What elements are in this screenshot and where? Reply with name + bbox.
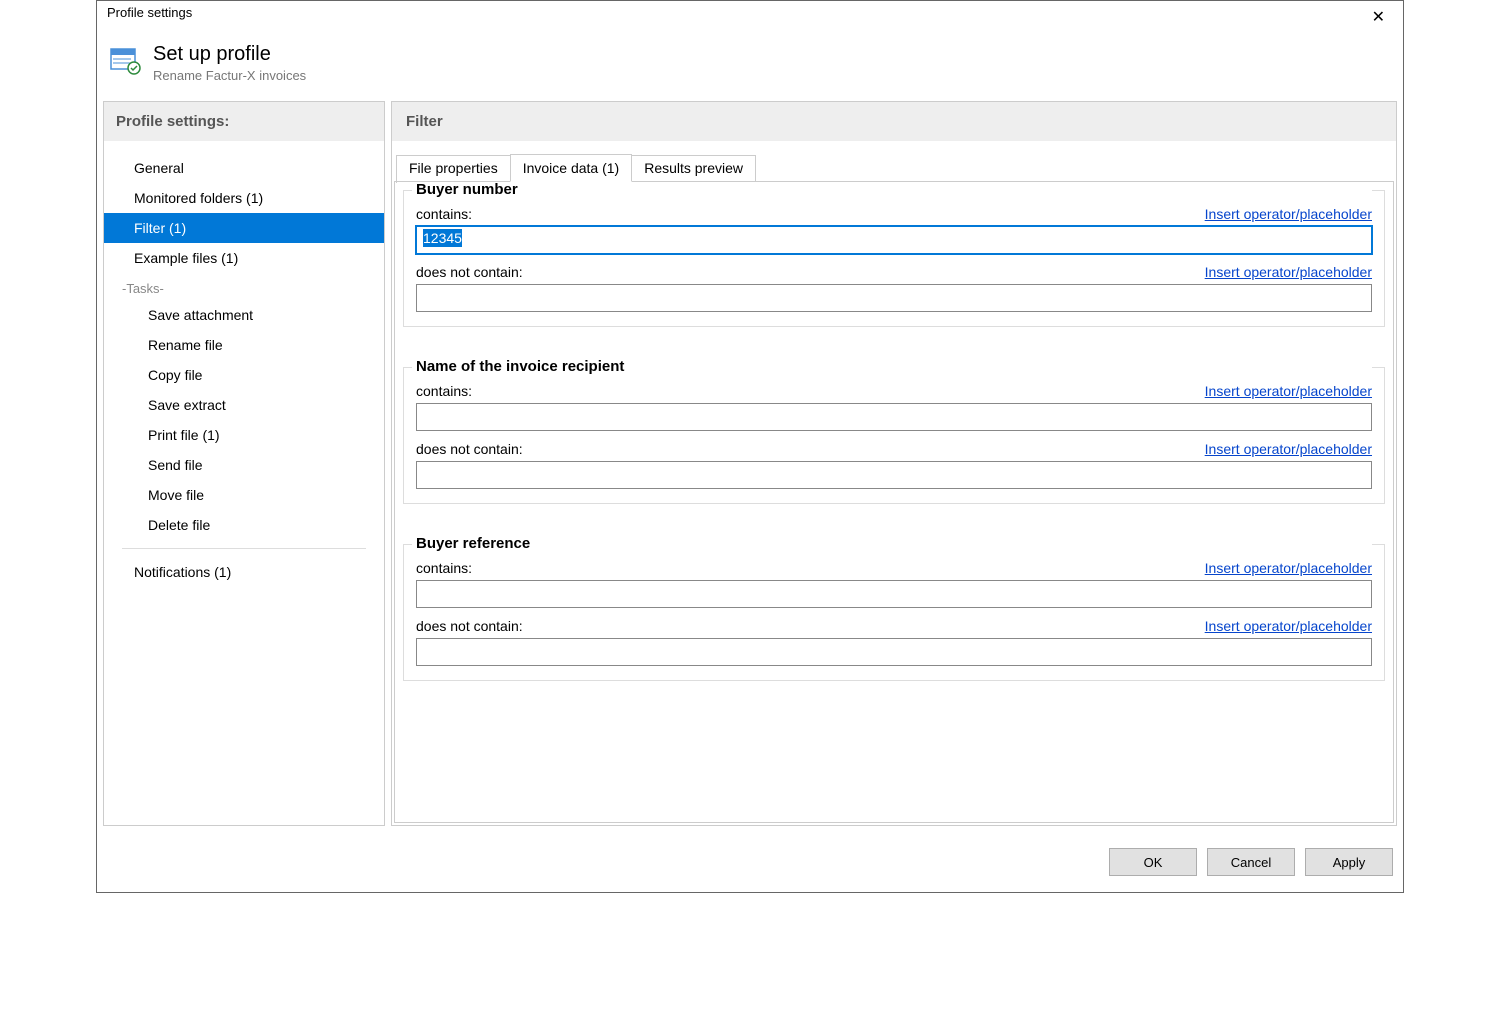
label-contains: contains:	[416, 560, 472, 576]
link-insert-placeholder[interactable]: Insert operator/placeholder	[1205, 618, 1372, 634]
sidebar: Profile settings: General Monitored fold…	[103, 101, 385, 826]
group-legend: Buyer number	[412, 182, 1372, 198]
scroll-area[interactable]: Buyer number contains: Insert operator/p…	[395, 182, 1393, 822]
header-texts: Set up profile Rename Factur-X invoices	[153, 43, 306, 83]
link-insert-placeholder[interactable]: Insert operator/placeholder	[1205, 383, 1372, 399]
sidebar-task-copy-file[interactable]: Copy file	[104, 360, 384, 390]
group-buyer-number: Buyer number contains: Insert operator/p…	[403, 190, 1385, 327]
titlebar: Profile settings ✕	[97, 1, 1403, 31]
group-buyer-reference: Buyer reference contains: Insert operato…	[403, 544, 1385, 681]
group-legend: Name of the invoice recipient	[412, 358, 1372, 375]
input-buyer-number-not-contains[interactable]	[416, 284, 1372, 312]
input-reference-contains[interactable]	[416, 580, 1372, 608]
tabs: File properties Invoice data (1) Results…	[392, 141, 1396, 181]
row-not-contains: does not contain: Insert operator/placeh…	[416, 618, 1372, 634]
input-buyer-number-contains[interactable]: 12345	[416, 226, 1372, 254]
row-contains: contains: Insert operator/placeholder	[416, 383, 1372, 399]
sidebar-item-monitored-folders[interactable]: Monitored folders (1)	[104, 183, 384, 213]
sidebar-title: Profile settings:	[104, 102, 384, 141]
sidebar-item-example-files[interactable]: Example files (1)	[104, 243, 384, 273]
sidebar-item-filter[interactable]: Filter (1)	[104, 213, 384, 243]
main-panel: Filter File properties Invoice data (1) …	[391, 101, 1397, 826]
ok-button[interactable]: OK	[1109, 848, 1197, 876]
label-contains: contains:	[416, 383, 472, 399]
row-contains: contains: Insert operator/placeholder	[416, 560, 1372, 576]
tab-results-preview[interactable]: Results preview	[631, 155, 756, 183]
sidebar-task-rename-file[interactable]: Rename file	[104, 330, 384, 360]
sidebar-task-delete-file[interactable]: Delete file	[104, 510, 384, 540]
label-not-contains: does not contain:	[416, 441, 523, 457]
group-invoice-recipient-name: Name of the invoice recipient contains: …	[403, 367, 1385, 504]
sidebar-task-print-file[interactable]: Print file (1)	[104, 420, 384, 450]
link-insert-placeholder[interactable]: Insert operator/placeholder	[1205, 441, 1372, 457]
group-legend: Buyer reference	[412, 535, 1372, 552]
sidebar-list: General Monitored folders (1) Filter (1)…	[104, 141, 384, 587]
sidebar-task-save-extract[interactable]: Save extract	[104, 390, 384, 420]
label-contains: contains:	[416, 206, 472, 222]
row-not-contains: does not contain: Insert operator/placeh…	[416, 441, 1372, 457]
label-not-contains: does not contain:	[416, 618, 523, 634]
sidebar-item-notifications[interactable]: Notifications (1)	[104, 557, 384, 587]
main-title: Filter	[392, 102, 1396, 141]
header: Set up profile Rename Factur-X invoices	[97, 31, 1403, 101]
body: Profile settings: General Monitored fold…	[97, 101, 1403, 832]
row-contains: contains: Insert operator/placeholder	[416, 206, 1372, 222]
window-title: Profile settings	[107, 5, 192, 20]
input-recipient-not-contains[interactable]	[416, 461, 1372, 489]
sidebar-task-send-file[interactable]: Send file	[104, 450, 384, 480]
tab-content: Buyer number contains: Insert operator/p…	[394, 181, 1394, 823]
sidebar-tasks-label: -Tasks-	[104, 273, 384, 300]
link-insert-placeholder[interactable]: Insert operator/placeholder	[1205, 264, 1372, 280]
link-insert-placeholder[interactable]: Insert operator/placeholder	[1205, 206, 1372, 222]
sidebar-divider	[122, 548, 366, 549]
label-not-contains: does not contain:	[416, 264, 523, 280]
sidebar-item-general[interactable]: General	[104, 153, 384, 183]
tab-file-properties[interactable]: File properties	[396, 155, 511, 183]
apply-button[interactable]: Apply	[1305, 848, 1393, 876]
footer: OK Cancel Apply	[97, 832, 1403, 892]
sidebar-task-save-attachment[interactable]: Save attachment	[104, 300, 384, 330]
input-recipient-contains[interactable]	[416, 403, 1372, 431]
link-insert-placeholder[interactable]: Insert operator/placeholder	[1205, 560, 1372, 576]
page-title: Set up profile	[153, 43, 306, 66]
row-not-contains: does not contain: Insert operator/placeh…	[416, 264, 1372, 280]
page-subtitle: Rename Factur-X invoices	[153, 68, 306, 83]
input-reference-not-contains[interactable]	[416, 638, 1372, 666]
profile-icon	[109, 43, 141, 75]
tab-invoice-data[interactable]: Invoice data (1)	[510, 154, 633, 182]
sidebar-task-move-file[interactable]: Move file	[104, 480, 384, 510]
cancel-button[interactable]: Cancel	[1207, 848, 1295, 876]
close-icon[interactable]: ✕	[1362, 5, 1395, 29]
